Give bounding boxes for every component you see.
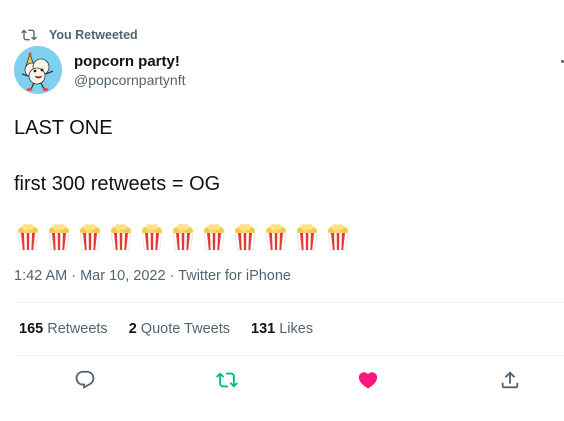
popcorn-emoji-icon (110, 224, 132, 251)
meta-separator: · (67, 268, 81, 284)
retweet-context-label: You Retweeted (49, 28, 138, 42)
likes-count: 131 (251, 321, 276, 337)
tweet-time[interactable]: 1:42 AM (14, 268, 67, 284)
retweet-icon[interactable] (216, 369, 238, 391)
reply-icon[interactable] (74, 369, 96, 391)
likes-stat[interactable]: 131 Likes (251, 321, 313, 337)
quote-tweets-stat[interactable]: 2 Quote Tweets (129, 321, 230, 337)
author-handle[interactable]: @popcornpartynft (74, 72, 186, 88)
popcorn-emoji-icon (172, 224, 194, 251)
author-display-name[interactable]: popcorn party! (74, 53, 180, 70)
popcorn-emoji-icon (296, 224, 318, 251)
popcorn-emoji-icon (79, 224, 101, 251)
popcorn-emoji-icon (141, 224, 163, 251)
quote-tweets-count: 2 (128, 321, 137, 337)
retweets-stat[interactable]: 165 Retweets (19, 321, 108, 337)
tweet-source[interactable]: Twitter for iPhone (178, 268, 291, 284)
popcorn-emoji-icon (48, 224, 70, 251)
popcorn-emoji-row (16, 223, 350, 251)
popcorn-mascot-avatar (14, 46, 62, 94)
popcorn-emoji-icon (234, 224, 256, 251)
retweet-icon (21, 29, 37, 41)
divider (14, 355, 564, 356)
tweet-stats: 165 Retweets 2 Quote Tweets 131 Likes (19, 321, 334, 337)
retweet-context-header: You Retweeted (21, 27, 138, 43)
share-icon[interactable] (499, 369, 521, 391)
likes-label: Likes (275, 321, 314, 337)
retweets-count: 165 (19, 321, 44, 337)
avatar[interactable] (14, 46, 62, 94)
retweets-label: Retweets (43, 321, 108, 337)
popcorn-emoji-icon (17, 224, 39, 251)
tweet-text-line-2: first 300 retweets = OG (14, 173, 221, 195)
quote-tweets-label: Quote Tweets (136, 321, 230, 337)
meta-separator: · (165, 268, 179, 284)
tweet-date[interactable]: Mar 10, 2022 (80, 268, 165, 284)
tweet-text-line-1: LAST ONE (14, 117, 113, 139)
heart-icon[interactable] (357, 369, 379, 391)
popcorn-emoji-icon (265, 224, 287, 251)
popcorn-emoji-icon (203, 224, 225, 251)
tweet-meta: 1:42 AM · Mar 10, 2022 · Twitter for iPh… (14, 268, 291, 284)
divider (14, 302, 564, 303)
popcorn-emoji-icon (327, 224, 349, 251)
